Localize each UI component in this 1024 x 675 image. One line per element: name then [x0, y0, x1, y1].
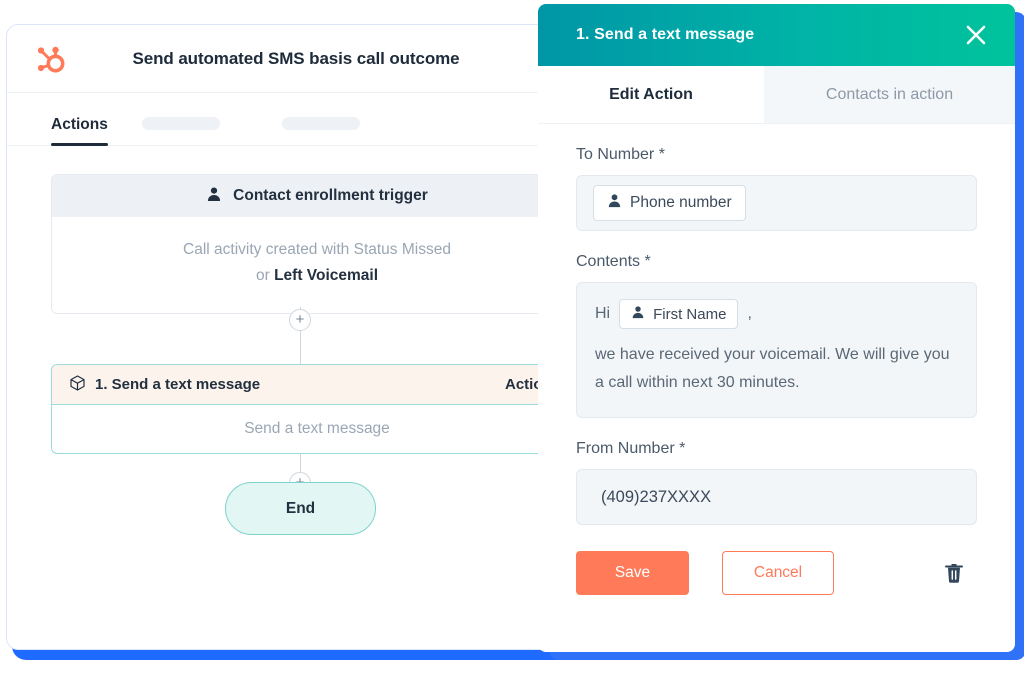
connector-line-2: [300, 332, 301, 364]
tab-placeholder-1[interactable]: [141, 117, 220, 130]
action-card-body: Send a text message: [244, 420, 390, 437]
trigger-condition-bold: Left Voicemail: [274, 267, 379, 284]
end-node[interactable]: End: [225, 482, 376, 535]
trash-icon[interactable]: [939, 558, 969, 588]
tab-actions[interactable]: Actions: [51, 116, 108, 146]
to-number-field[interactable]: Phone number: [576, 175, 977, 231]
workflow-window: Send automated SMS basis call outcome Ac…: [6, 24, 582, 650]
tab-contacts-in-action[interactable]: Contacts in action: [764, 66, 1015, 123]
edit-panel-header: 1. Send a text message: [538, 4, 1015, 66]
contact-person-icon: [206, 186, 222, 207]
cancel-button[interactable]: Cancel: [722, 551, 834, 595]
screenshot-root: Send automated SMS basis call outcome Ac…: [0, 0, 1024, 675]
trigger-condition-prefix: or: [255, 267, 275, 284]
first-name-token[interactable]: First Name: [619, 299, 739, 329]
edit-panel-body: To Number * Phone number Contents * Hi F…: [538, 124, 1015, 595]
hubspot-sprocket-logo: [31, 39, 71, 79]
trigger-card-title: Contact enrollment trigger: [233, 187, 428, 204]
contact-person-icon: [631, 305, 645, 323]
from-number-label: From Number *: [576, 440, 686, 457]
contents-greeting-line: Hi First Name ,: [595, 299, 958, 329]
action-card-header: 1. Send a text message Actions: [52, 365, 581, 405]
tab-contacts-in-action-label: Contacts in action: [825, 85, 954, 103]
trigger-card-body: Call activity created with Status Missed…: [52, 217, 581, 313]
save-button[interactable]: Save: [576, 551, 689, 595]
contents-body-text: we have received your voicemail. We will…: [595, 346, 950, 391]
tab-actions-label: Actions: [51, 116, 108, 133]
workflow-title: Send automated SMS basis call outcome: [132, 48, 460, 68]
edit-panel-title: 1. Send a text message: [576, 26, 755, 43]
tab-edit-action[interactable]: Edit Action: [538, 66, 764, 123]
trigger-condition-line-2: or Left Voicemail: [82, 263, 552, 289]
cube-icon: [70, 374, 85, 395]
tab-placeholder-2[interactable]: [281, 117, 360, 130]
trigger-card-header: Contact enrollment trigger: [52, 175, 581, 217]
workflow-canvas: Contact enrollment trigger Call activity…: [7, 146, 581, 649]
workflow-titlebar: Send automated SMS basis call outcome: [7, 25, 581, 93]
contact-person-icon: [607, 193, 622, 213]
edit-panel-actions: Save Cancel: [576, 551, 977, 595]
contents-greeting: Hi: [595, 305, 611, 322]
close-icon[interactable]: [961, 20, 991, 50]
edit-panel-tabs: Edit Action Contacts in action: [538, 66, 1015, 124]
action-card-send-text-message[interactable]: 1. Send a text message Actions Send a te…: [51, 364, 581, 454]
trigger-condition-line-1: Call activity created with Status Missed: [183, 241, 451, 258]
add-step-button-1[interactable]: +: [289, 309, 311, 331]
edit-action-panel: 1. Send a text message Edit Action Conta…: [538, 4, 1015, 652]
from-number-field[interactable]: (409)237XXXX: [576, 469, 977, 525]
action-card-title: 1. Send a text message: [95, 376, 261, 393]
tab-edit-action-label: Edit Action: [609, 85, 693, 103]
first-name-token-label: First Name: [653, 305, 727, 323]
contact-enrollment-trigger-card[interactable]: Contact enrollment trigger Call activity…: [51, 174, 581, 314]
to-number-label: To Number *: [576, 146, 665, 163]
to-number-token[interactable]: Phone number: [593, 185, 746, 221]
workflow-tabbar: Actions: [7, 93, 581, 146]
contents-label: Contents *: [576, 253, 651, 270]
to-number-token-label: Phone number: [630, 194, 732, 211]
contents-field[interactable]: Hi First Name , we have received your vo…: [576, 282, 977, 418]
contents-comma: ,: [747, 305, 752, 322]
